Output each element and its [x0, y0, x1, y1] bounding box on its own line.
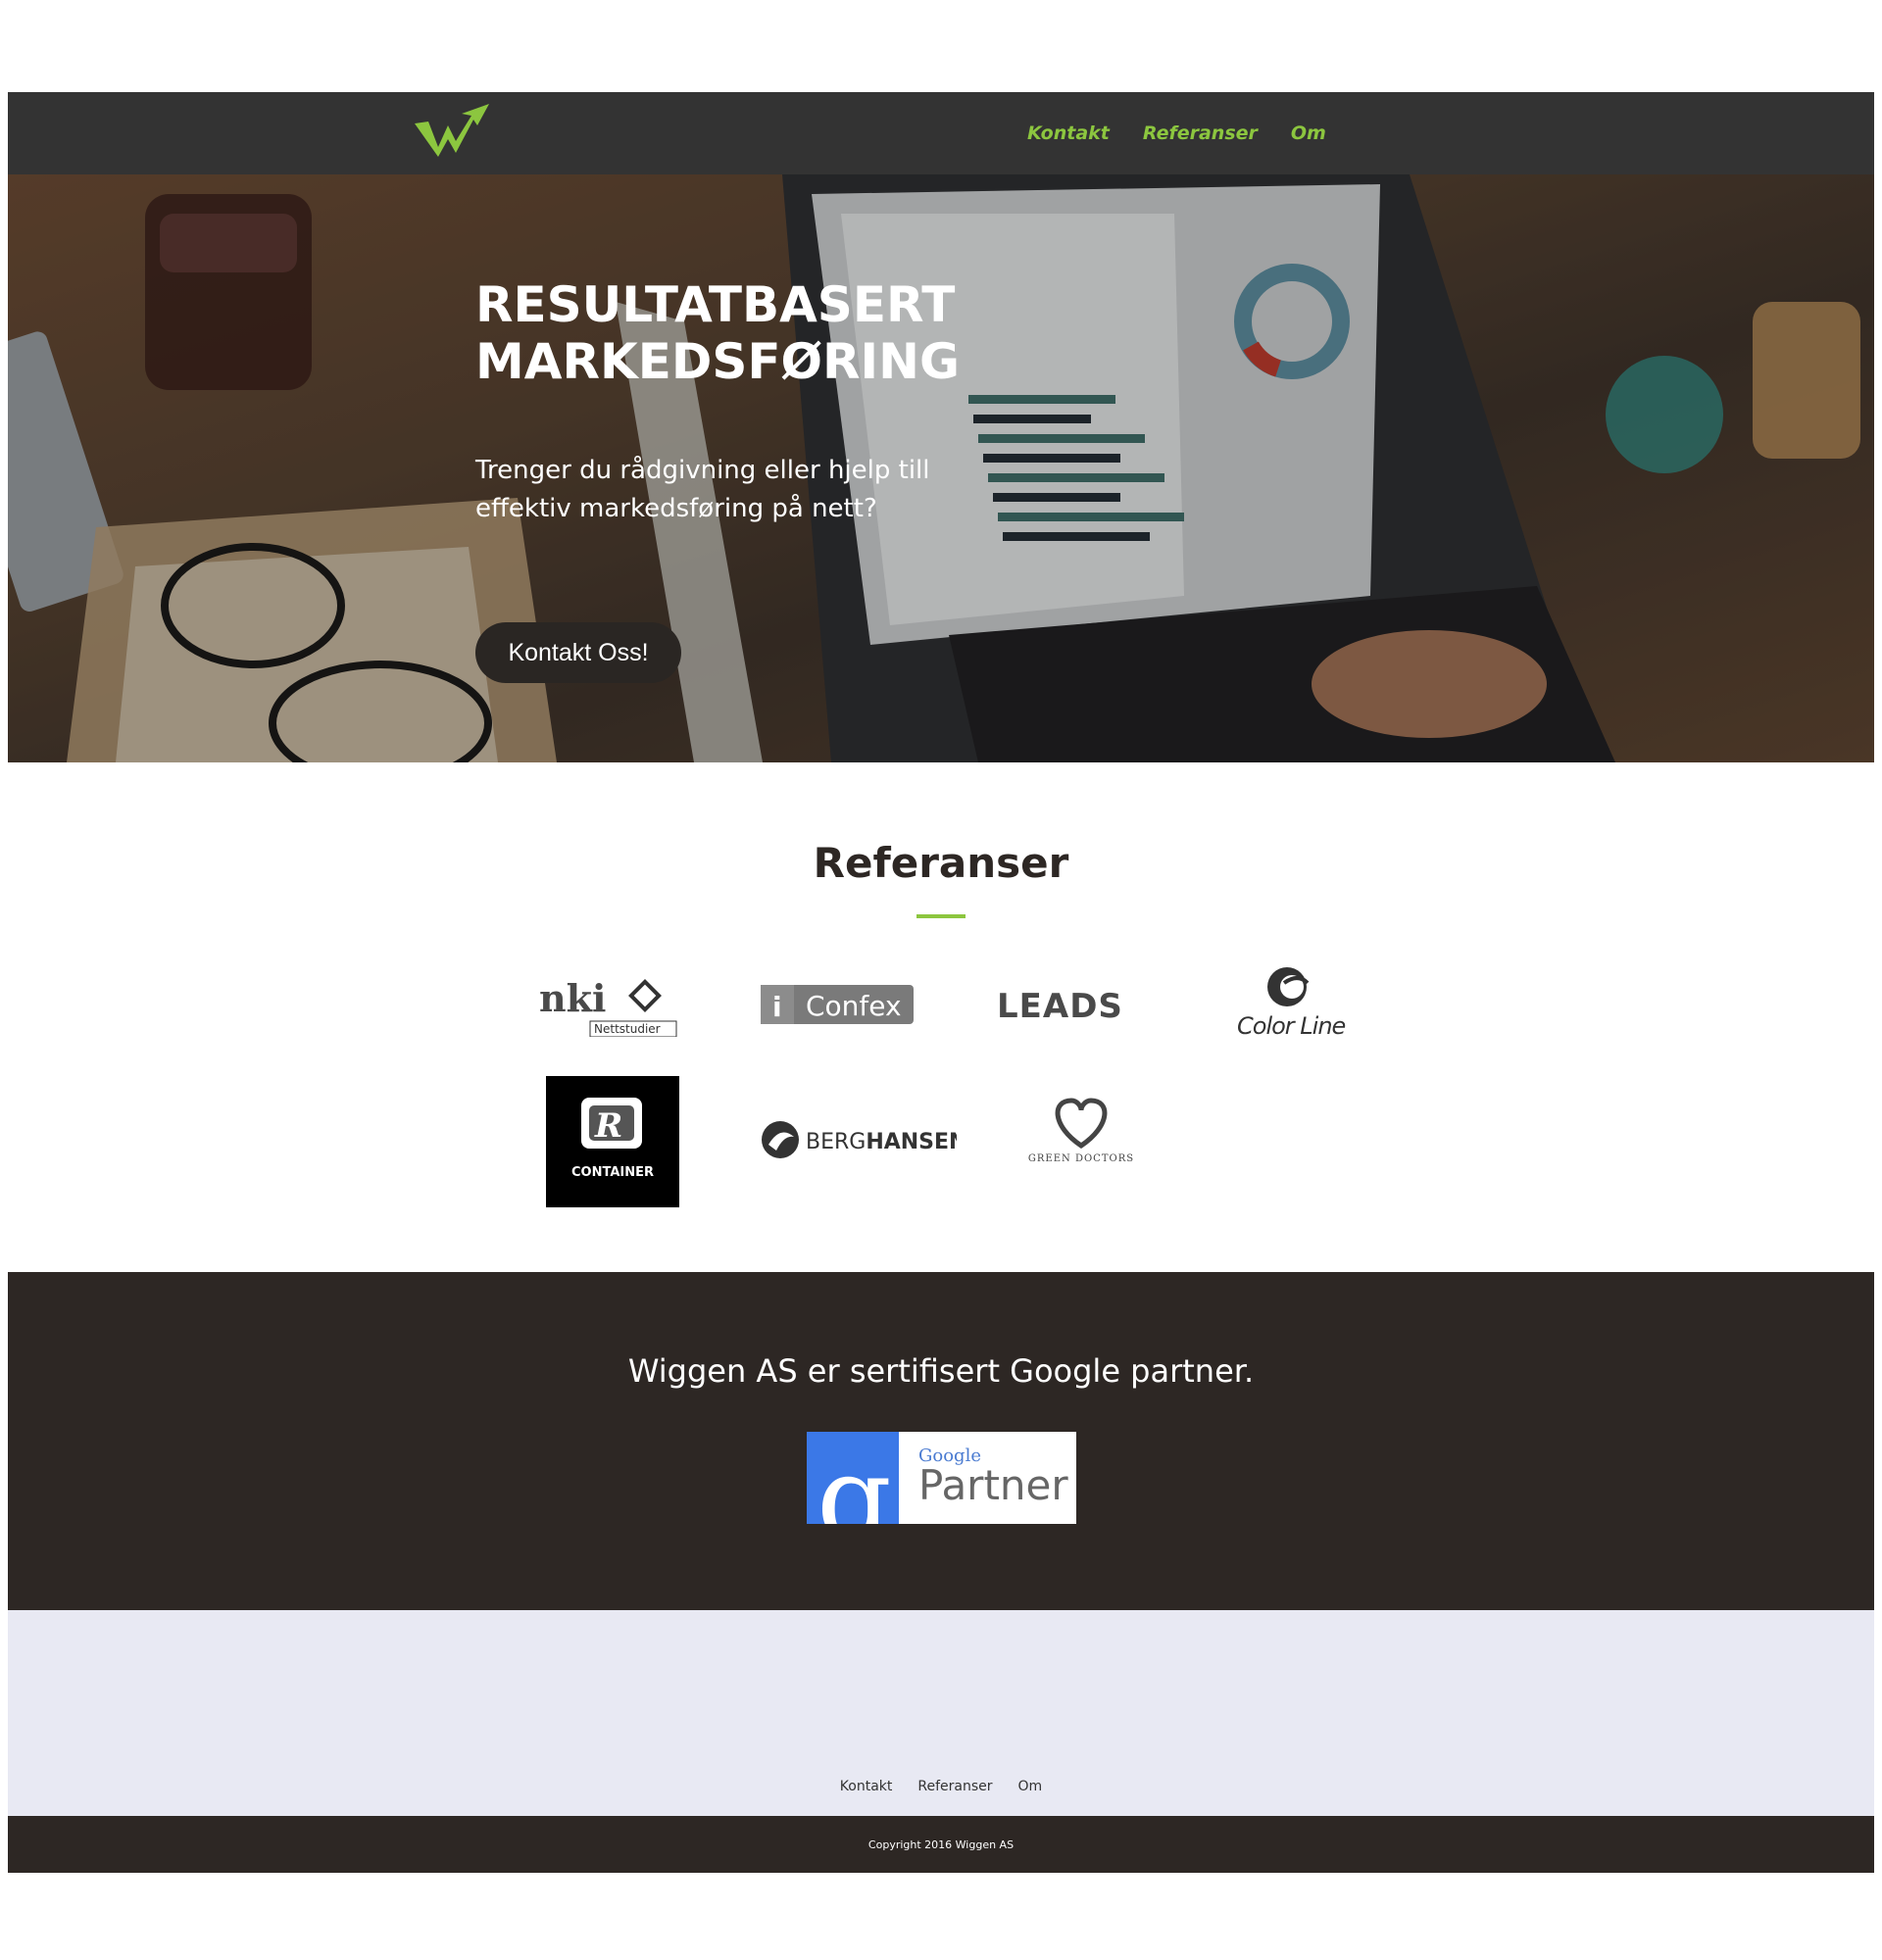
logo-r-container[interactable]: R CONTAINER [546, 1076, 679, 1207]
footer-nav: Kontakt Referanser Om [8, 1779, 1874, 1794]
google-g-icon: g [807, 1432, 899, 1524]
nki-logo-subtext: Nettstudier [594, 1022, 661, 1036]
nav-link-kontakt[interactable]: Kontakt [1027, 122, 1110, 144]
google-partner-section: Wiggen AS er sertifisert Google partner.… [8, 1272, 1874, 1610]
logo-nki[interactable]: nki Nettstudier [537, 978, 684, 1037]
copyright-text: Copyright 2016 Wiggen AS [867, 1838, 1015, 1851]
title-underline [916, 914, 966, 918]
main-nav: Kontakt Referanser Om [1027, 92, 1326, 174]
copyright-bar: Copyright 2016 Wiggen AS [8, 1816, 1874, 1873]
green-doctors-logo-icon: GREEN DOCTORS [1028, 1098, 1134, 1164]
confex-logo-text: Confex [806, 990, 902, 1022]
berghansen-logo-text2: HANSEN [866, 1130, 957, 1154]
footer-links-area: Kontakt Referanser Om [8, 1610, 1874, 1816]
page: Kontakt Referanser Om RESULTATBASERT MAR… [8, 92, 1874, 1873]
badge-partner-text: Partner [918, 1461, 1068, 1509]
green-doctors-logo-text: GREEN DOCTORS [1028, 1153, 1134, 1164]
footer-link-om[interactable]: Om [1018, 1779, 1043, 1794]
nav-link-referanser[interactable]: Referanser [1143, 122, 1258, 144]
hero-title-line1: RESULTATBASERT [475, 276, 956, 333]
references-section: Referanser nki Nettstudier i Confex LEAD… [8, 762, 1874, 1272]
navbar: Kontakt Referanser Om [8, 92, 1874, 174]
wiggen-logo-icon[interactable] [413, 104, 495, 159]
svg-text:i: i [772, 991, 782, 1023]
logo-colorline[interactable]: Color Line [1233, 963, 1351, 1042]
hero-title-line2: MARKEDSFØRING [475, 333, 961, 390]
svg-text:g: g [817, 1432, 892, 1524]
logo-berghansen[interactable]: BERGHANSEN [761, 1115, 957, 1164]
partner-text: Wiggen AS er sertifisert Google partner. [627, 1352, 1255, 1390]
r-container-logo-text: CONTAINER [571, 1165, 654, 1180]
google-partner-badge[interactable]: g Google Partner [807, 1432, 1076, 1524]
logo-confex[interactable]: i Confex [761, 983, 917, 1026]
nav-link-om[interactable]: Om [1291, 122, 1326, 144]
berghansen-logo-icon: BERGHANSEN [762, 1121, 957, 1158]
svg-text:R: R [594, 1106, 622, 1146]
hero-section: RESULTATBASERT MARKEDSFØRING Trenger du … [8, 174, 1874, 762]
references-title: Referanser [813, 839, 1069, 887]
colorline-logo-icon: Color Line [1237, 967, 1347, 1040]
nki-logo-text: nki [539, 978, 606, 1020]
hero-title: RESULTATBASERT MARKEDSFØRING [475, 276, 985, 390]
confex-logo-icon: i Confex [761, 985, 914, 1024]
leads-logo-text: LEADS [997, 987, 1123, 1026]
footer-link-referanser[interactable]: Referanser [917, 1779, 992, 1794]
r-container-logo-icon: R CONTAINER [571, 1098, 654, 1180]
contact-us-button[interactable]: Kontakt Oss! [475, 622, 681, 683]
footer: Kontakt Referanser Om Copyright 2016 Wig… [8, 1610, 1874, 1873]
berghansen-logo-text1: BERG [806, 1130, 866, 1154]
colorline-logo-text: Color Line [1237, 1012, 1346, 1040]
hero-subtitle: Trenger du rådgivning eller hjelp till e… [475, 456, 930, 523]
logo-leads[interactable]: LEADS [993, 980, 1150, 1029]
leads-logo-icon: LEADS [997, 987, 1123, 1026]
footer-link-kontakt[interactable]: Kontakt [840, 1779, 893, 1794]
nki-logo-icon: nki Nettstudier [539, 978, 677, 1037]
logo-green-doctors[interactable]: GREEN DOCTORS [1013, 1091, 1150, 1169]
svg-text:BERGHANSEN: BERGHANSEN [806, 1130, 957, 1154]
